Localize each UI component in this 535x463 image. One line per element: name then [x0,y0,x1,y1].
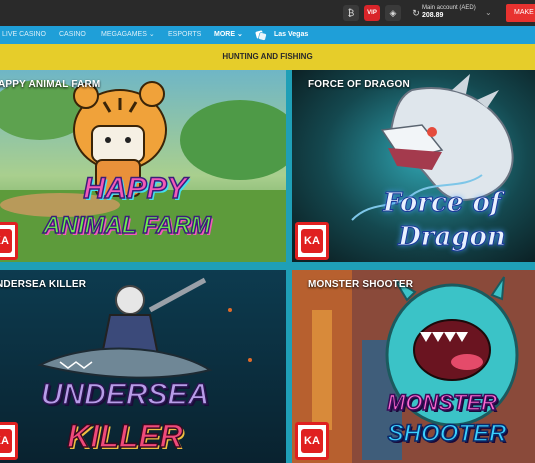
provider-badge-label: KA [0,229,12,253]
category-bar: HUNTING AND FISHING [0,44,535,70]
game-logo-line2: ANIMAL FARM [42,211,211,240]
make-deposit-button[interactable]: MAKE [506,4,535,22]
vip-badge[interactable]: VIP [364,5,380,21]
nav-live-casino[interactable]: LIVE CASINO [2,26,46,44]
provider-badge: KA [295,222,329,260]
provider-badge-label: KA [301,229,323,253]
provider-badge-label: KA [301,429,323,453]
provider-badge: KA [0,222,18,260]
nav-casino[interactable]: CASINO [59,26,86,44]
bitcoin-icon[interactable]: ₿ [343,5,359,21]
chevron-down-icon[interactable]: ⌄ [485,8,492,17]
provider-badge-label: KA [0,429,12,453]
game-tile-monster-shooter[interactable]: MONSTER SHOOTER MONSTER SHOOTER KA [292,270,535,463]
account-label: Main account (AED) [422,5,476,11]
nav-esports[interactable]: ESPORTS [168,26,201,44]
game-title: FORCE OF DRAGON [308,79,410,90]
game-logo-line2: KILLER [66,417,183,455]
game-logo-line1: Force of [382,188,502,219]
nav-megagames[interactable]: MEGAGAMES ⌄ [101,26,155,44]
game-logo-line1: HAPPY [83,171,188,206]
game-tile-happy-animal-farm[interactable]: APPY ANIMAL FARM HAPPY ANIMAL FARM KA [0,70,286,262]
game-logo-line2: Dragon [398,222,507,253]
game-logo-line2: SHOOTER [387,419,507,448]
game-logo-line1: UNDERSEA [40,377,210,412]
nav-more[interactable]: MORE ⌄ [214,26,243,44]
game-title: MONSTER SHOOTER [308,279,414,290]
game-logo-line1: MONSTER [386,389,498,416]
top-bar: ₿ VIP ◈ ↻ Main account (AED) 208.89 ⌄ MA… [0,0,535,26]
category-title: HUNTING AND FISHING [222,52,313,61]
main-nav: LIVE CASINO CASINO MEGAGAMES ⌄ ESPORTS M… [0,26,535,44]
nav-las-vegas[interactable]: Las Vegas [274,26,308,44]
game-title: APPY ANIMAL FARM [0,79,101,90]
game-tile-undersea-killer[interactable]: NDERSEA KILLER UNDERSEA KILLER KA [0,270,286,463]
game-tile-force-of-dragon[interactable]: FORCE OF DRAGON Force of Dragon KA [292,70,535,262]
provider-badge: KA [295,422,329,460]
account-info[interactable]: Main account (AED) 208.89 [422,4,476,20]
provider-badge: KA [0,422,18,460]
shield-icon[interactable]: ◈ [385,5,401,21]
dice-icon [255,30,267,41]
account-balance: 208.89 [422,12,444,19]
game-title: NDERSEA KILLER [0,279,87,290]
